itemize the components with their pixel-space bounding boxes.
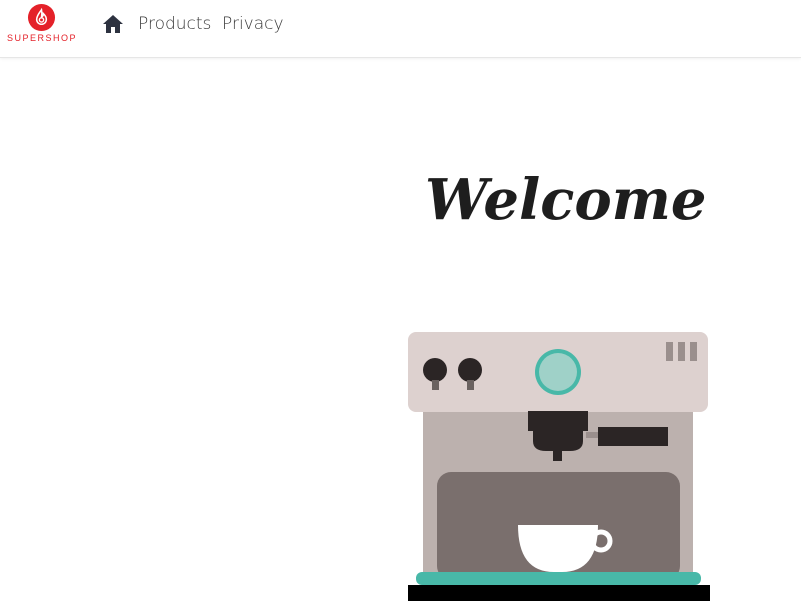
top-navbar: SUPERSHOP Products Privacy <box>0 0 801 58</box>
brand-logo-link[interactable]: SUPERSHOP <box>0 0 86 58</box>
home-icon <box>103 15 123 33</box>
home-link[interactable] <box>102 13 124 35</box>
espresso-machine-illustration <box>408 332 710 601</box>
nav-privacy-link[interactable]: Privacy <box>222 13 284 35</box>
welcome-heading: Welcome <box>425 167 707 233</box>
brand-name: SUPERSHOP <box>6 33 77 43</box>
flame-drop-icon <box>27 3 56 32</box>
nav-products-link[interactable]: Products <box>138 13 211 35</box>
